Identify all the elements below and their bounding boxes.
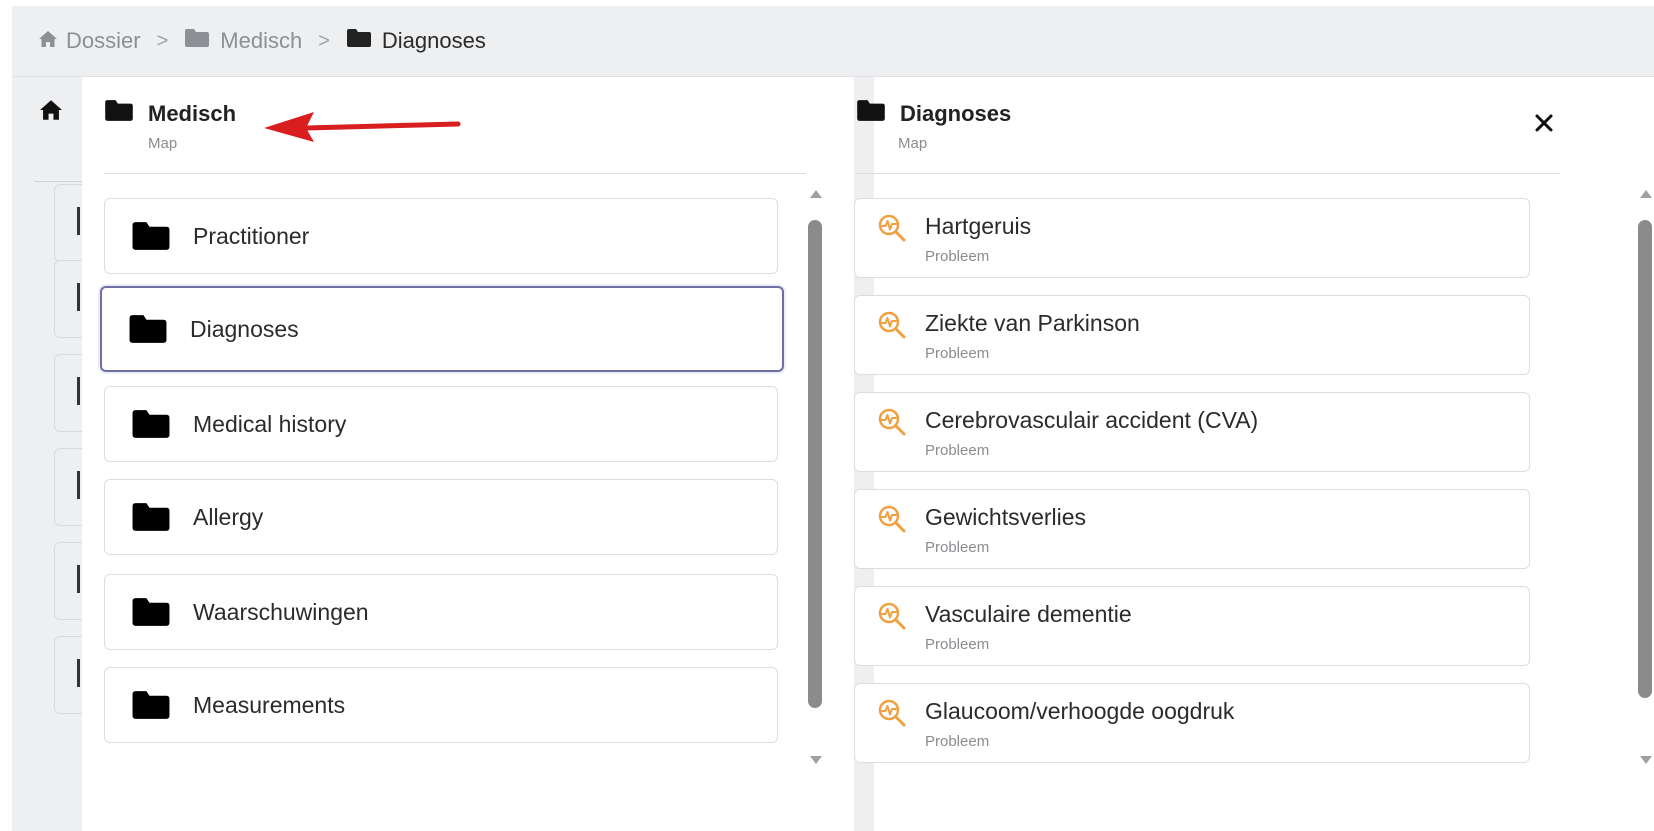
diagnosis-type: Probleem	[925, 442, 990, 459]
folder-icon	[131, 689, 171, 721]
magnifier-pulse-icon	[877, 601, 907, 636]
diagnosis-type: Probleem	[925, 733, 990, 750]
folder-icon	[104, 99, 148, 128]
folder-item-diagnoses[interactable]: Diagnoses	[100, 286, 784, 372]
panel-title: Medisch	[104, 99, 236, 128]
diagnosis-item-gewichtsverlies[interactable]: Gewichtsverlies Probleem	[854, 489, 1530, 569]
folder-icon	[131, 501, 171, 533]
folder-label: Allergy	[193, 503, 264, 530]
breadcrumb-separator: >	[156, 29, 169, 52]
magnifier-pulse-icon	[877, 407, 907, 442]
scroll-up-arrow-icon[interactable]	[810, 190, 822, 198]
folder-icon	[346, 28, 372, 54]
scrollbar[interactable]	[1636, 190, 1654, 764]
magnifier-pulse-icon	[877, 504, 907, 539]
panel-subtitle: Map	[898, 135, 928, 152]
panel-title-text: Medisch	[148, 100, 237, 126]
folder-item-allergy[interactable]: Allergy	[104, 479, 778, 555]
close-icon	[1534, 113, 1554, 138]
scroll-down-arrow-icon[interactable]	[810, 756, 822, 764]
diagnosis-title: Glaucoom/verhoogde oogdruk	[925, 698, 1235, 724]
home-icon[interactable]	[38, 99, 64, 126]
medisch-panel: Medisch Map Practitioner Diagnoses Medic…	[82, 77, 854, 831]
diagnosis-title: Ziekte van Parkinson	[925, 310, 1140, 336]
magnifier-pulse-icon	[877, 213, 907, 248]
diagnosis-title: Vasculaire dementie	[925, 601, 1132, 627]
diagnosis-type: Probleem	[925, 248, 990, 265]
breadcrumb-separator: >	[318, 29, 330, 52]
breadcrumb-label: Dossier	[66, 28, 141, 53]
diagnosis-item-glaucoom[interactable]: Glaucoom/verhoogde oogdruk Probleem	[854, 683, 1530, 763]
diagnosis-item-vasculaire-dementie[interactable]: Vasculaire dementie Probleem	[854, 586, 1530, 666]
panel-title: Diagnoses	[856, 99, 1011, 128]
home-icon[interactable]	[38, 28, 58, 54]
diagnosis-item-hartgeruis[interactable]: Hartgeruis Probleem	[854, 198, 1530, 278]
folder-label: Practitioner	[193, 222, 310, 249]
breadcrumb-label: Medisch	[220, 28, 303, 53]
breadcrumb-item-diagnoses[interactable]: Diagnoses	[346, 28, 486, 54]
scrollbar-thumb[interactable]	[808, 220, 822, 708]
folder-icon	[856, 99, 900, 128]
panel-title-text: Diagnoses	[900, 100, 1012, 126]
folder-label: Diagnoses	[190, 315, 299, 342]
diagnoses-panel: Diagnoses Map Hartgeruis Probleem Ziekte…	[854, 77, 1654, 831]
breadcrumb-label: Diagnoses	[381, 28, 486, 53]
folder-label: Waarschuwingen	[193, 598, 369, 625]
folder-icon	[131, 220, 171, 252]
panel-subtitle: Map	[148, 135, 178, 152]
diagnosis-type: Probleem	[925, 345, 990, 362]
folder-item-waarschuwingen[interactable]: Waarschuwingen	[104, 574, 778, 650]
panel-header: Medisch Map	[82, 77, 854, 175]
breadcrumb-item-dossier[interactable]: Dossier	[66, 28, 141, 54]
folder-item-measurements[interactable]: Measurements	[104, 667, 778, 743]
magnifier-pulse-icon	[877, 698, 907, 733]
scrollbar-thumb[interactable]	[1638, 220, 1652, 698]
folder-item-practitioner[interactable]: Practitioner	[104, 198, 778, 274]
folder-icon	[128, 313, 168, 345]
magnifier-pulse-icon	[877, 310, 907, 345]
diagnosis-title: Gewichtsverlies	[925, 504, 1087, 530]
diagnosis-item-cva[interactable]: Cerebrovasculair accident (CVA) Probleem	[854, 392, 1530, 472]
folder-item-medical-history[interactable]: Medical history	[104, 386, 778, 462]
folder-label: Medical history	[193, 410, 347, 437]
breadcrumb: Dossier > Medisch > Diagnoses	[12, 6, 1654, 77]
folder-icon	[184, 28, 210, 54]
diagnosis-item-ziekte-van-parkinson[interactable]: Ziekte van Parkinson Probleem	[854, 295, 1530, 375]
diagnosis-title: Hartgeruis	[925, 213, 1032, 239]
scroll-down-arrow-icon[interactable]	[1640, 756, 1652, 764]
annotation-arrow-icon	[262, 108, 466, 153]
folder-icon	[131, 408, 171, 440]
divider	[104, 173, 806, 174]
close-button[interactable]	[1532, 113, 1556, 137]
scrollbar[interactable]	[806, 190, 824, 764]
breadcrumb-item-medisch[interactable]: Medisch	[184, 28, 302, 54]
scroll-up-arrow-icon[interactable]	[1640, 190, 1652, 198]
diagnosis-type: Probleem	[925, 539, 990, 556]
folder-icon	[131, 596, 171, 628]
diagnosis-type: Probleem	[925, 636, 990, 653]
divider	[856, 173, 1560, 174]
folder-label: Measurements	[193, 691, 346, 718]
diagnosis-title: Cerebrovasculair accident (CVA)	[925, 407, 1259, 433]
